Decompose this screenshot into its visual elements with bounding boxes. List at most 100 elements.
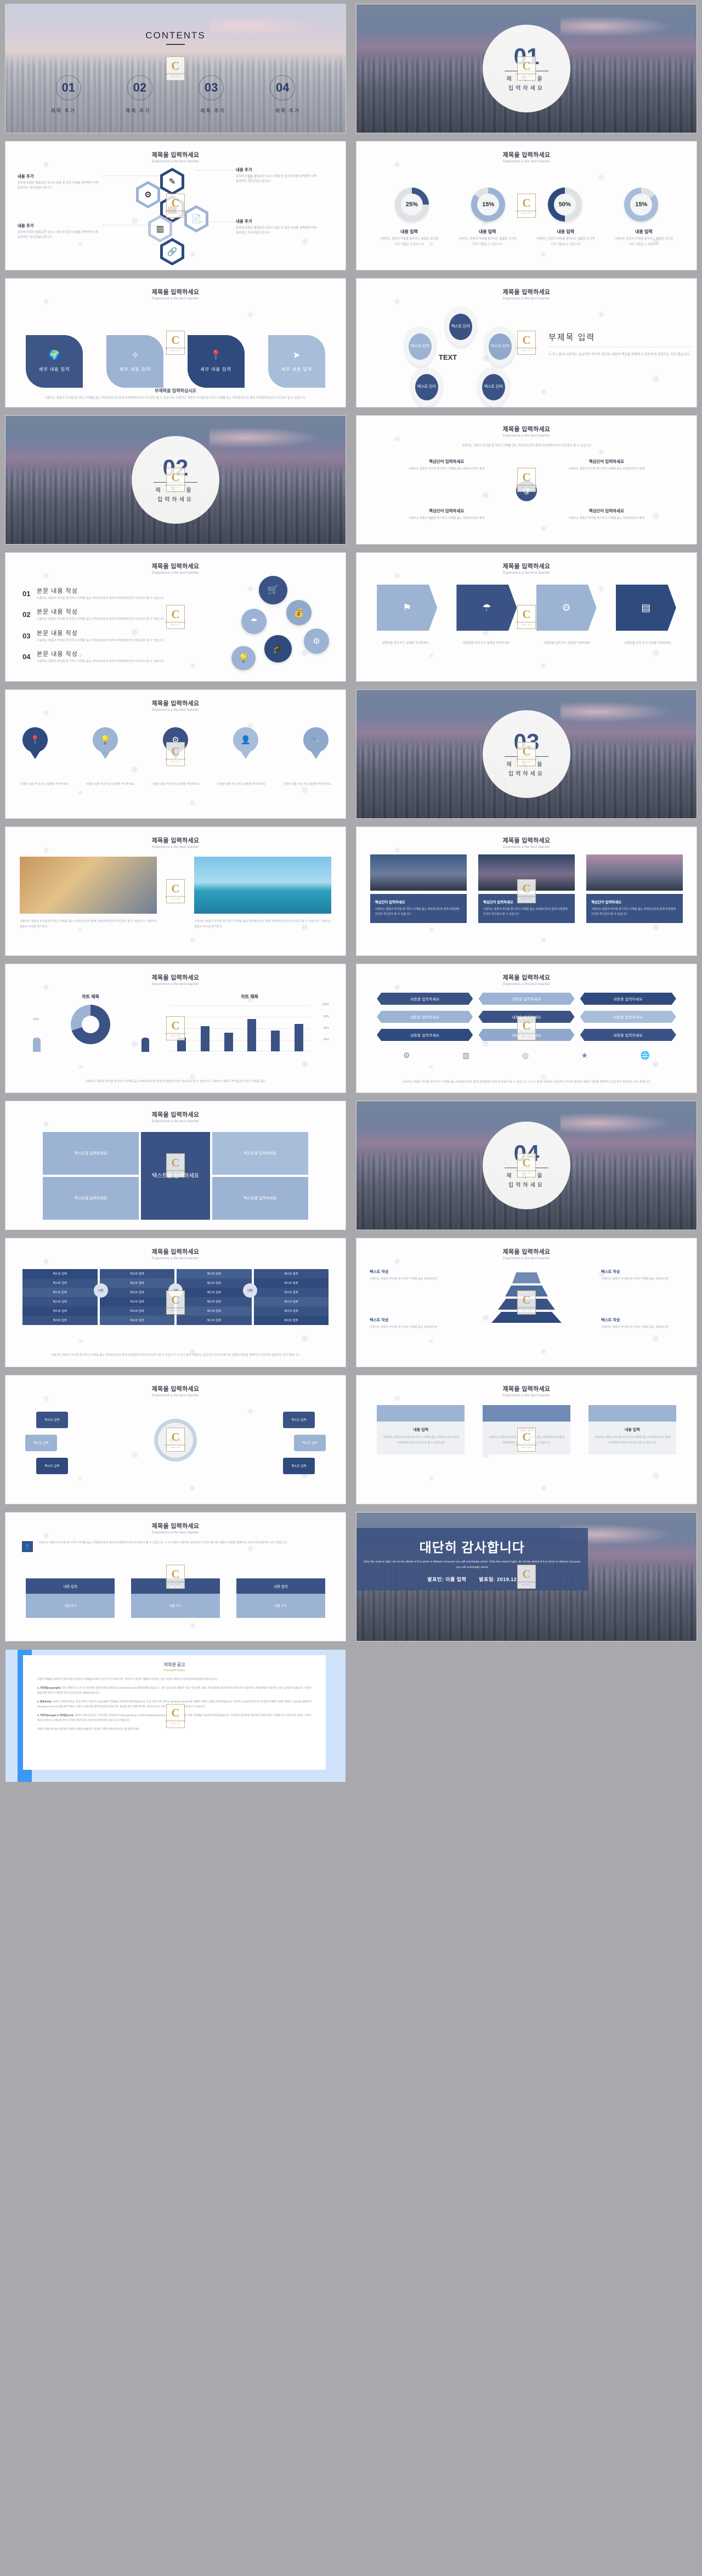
money-bag-icon[interactable]: 💰 (286, 600, 312, 625)
leaf-card[interactable]: ✧ 세부 내용 입력 (106, 335, 164, 388)
slide-thumb-12[interactable]: 03 제 목 을 입력하세요 C CONTENTSTAKEOUT Prese n… (351, 686, 702, 823)
slide-thumb-11[interactable]: 제목을 입력하세요 Experience a the best teacher … (0, 686, 351, 823)
keyword-block[interactable]: 핵심단어 입력하세요 사용자는 청중의 주의를 환기하고 이해를 돕는 파워포인… (384, 458, 509, 472)
photo-card[interactable]: 핵심단어 입력하세요 사용자는 청중의 주의를 환기하고 이해를 돕는 파워포인… (370, 894, 467, 923)
list-item[interactable]: 03 본문 내용 작성 사용자는 청중의 주의를 환기하고 이해를 돕는 파워포인트… (22, 629, 179, 643)
petal[interactable]: 텍스트 단어 (445, 307, 476, 347)
info-card[interactable]: 내용 입력 사용자는 청중의 주의를 환기하고 이해를 돕는 파워포인트와 함께… (483, 1405, 570, 1455)
matrix-cell[interactable]: 텍스트를 입력하세요 (43, 1177, 139, 1220)
flag-icon[interactable]: ⚑ (377, 585, 438, 631)
hex-node[interactable]: 📄 (184, 205, 208, 233)
ribbon-item[interactable]: 내용을 입력하세요 (580, 1029, 676, 1041)
slide-thumb-1[interactable]: CONTENTS 01 02 03 04 제목 추가 제목 추가 제목 추가 제… (0, 0, 351, 137)
gear-icon[interactable]: ⚙ (536, 585, 597, 631)
flow-node[interactable]: 텍스트 입력 (294, 1435, 326, 1451)
ribbon-item[interactable]: 내용을 입력하세요 (478, 993, 574, 1005)
keyword-block[interactable]: 핵심단어 입력하세요 사용자는 청중의 주의를 환기하고 이해를 돕는 파워포인… (384, 508, 509, 521)
gear-icon[interactable]: ⚙ (304, 629, 329, 654)
ribbon-item[interactable]: 내용을 입력하세요 (377, 993, 473, 1005)
petal[interactable]: 텍스트 단어 (411, 367, 442, 407)
slide-thumb-21[interactable]: 제목을 입력하세요 Experience a the best teacher … (0, 1371, 351, 1508)
map-pin[interactable]: 📍 (22, 727, 48, 759)
ribbon-item[interactable]: 내용을 입력하세요 (580, 993, 676, 1005)
list-item[interactable]: 04 본문 내용 작성 사용자는 청중의 주의를 환기하고 이해를 돕는 파워포인트… (22, 649, 179, 664)
info-card[interactable]: 내용 입력 사용자는 청중의 주의를 환기하고 이해를 돕는 파워포인트와 함께… (588, 1405, 676, 1455)
slide-thumb-6[interactable]: 제목을 입력하세요 Experience a the best teacher … (351, 274, 702, 411)
hex-node[interactable]: 🔗 (160, 238, 184, 265)
list-icon[interactable]: ▤ (615, 585, 676, 631)
contents-number[interactable]: 03 (199, 75, 224, 100)
license-thumb[interactable]: 저작권 공고 Copyright Notice 콘텐츠 제품을 사용하기 전에 … (0, 1645, 351, 1786)
slide-thumb-23[interactable]: 제목을 입력하세요 Experience a the best teacher … (0, 1508, 351, 1645)
hex-node[interactable]: ✎ (160, 168, 184, 195)
table-cell[interactable]: 텍스트 입력 (177, 1269, 252, 1279)
slide-thumb-15[interactable]: 제목을 입력하세요 Experience a the best teacher … (0, 960, 351, 1097)
table-cell[interactable]: 텍스트 입력 (253, 1316, 329, 1326)
table-cell[interactable]: 텍스트 입력 (99, 1297, 174, 1307)
photo-card[interactable]: 핵심단어 입력하세요 사용자는 청중의 주의를 환기하고 이해를 돕는 파워포인… (586, 894, 683, 923)
ribbon-item[interactable]: 내용을 입력하세요 (377, 1029, 473, 1041)
slide-thumb-19[interactable]: 제목을 입력하세요 Experience a the best teacher … (0, 1234, 351, 1371)
matrix-cell[interactable]: 텍스트를 입력하세요 (43, 1132, 139, 1175)
table-cell[interactable]: 텍스트 입력 (22, 1316, 98, 1326)
lightbulb-icon[interactable]: 💡 (231, 646, 256, 670)
slide-thumb-16[interactable]: 제목을 입력하세요 Experience a the best teacher … (351, 960, 702, 1097)
ribbon-item[interactable]: 내용을 입력하세요 (377, 1011, 473, 1023)
umbrella-icon[interactable]: ☂ (456, 585, 517, 631)
leaf-card[interactable]: ➤ 세부 내용 입력 (268, 335, 325, 388)
slide-thumb-3[interactable]: 제목을 입력하세요 Experience a the best teacher … (0, 137, 351, 274)
slide-thumb-18[interactable]: 04 제 목 을 입력하세요 C CONTENTSTAKEOUT Prese n… (351, 1097, 702, 1234)
table-cell[interactable]: 텍스트 입력 (177, 1297, 252, 1307)
map-pin[interactable]: ⚙ (163, 727, 188, 759)
table-cell[interactable]: 텍스트 입력 (22, 1269, 98, 1279)
slide-thumb-7[interactable]: 02 제 목 을 입력하세요 C CONTENTSTAKEOUT Prese n… (0, 411, 351, 548)
slide-thumb-13[interactable]: 제목을 입력하세요 Experience a the best teacher … (0, 823, 351, 960)
cart-icon[interactable]: 🛒 (259, 576, 287, 604)
hex-node[interactable]: ⚙ (136, 181, 160, 208)
ribbon-item[interactable]: 내용을 입력하세요 (580, 1011, 676, 1023)
table-cell[interactable]: 텍스트 입력 (253, 1269, 329, 1279)
list-item[interactable]: 01 본문 내용 작성 사용자는 청중의 주의를 환기하고 이해를 돕는 파워포인트… (22, 586, 179, 601)
flow-node[interactable]: 텍스트 입력 (283, 1412, 315, 1428)
table-cell[interactable]: 텍스트 입력 (177, 1316, 252, 1326)
graduation-cap-icon[interactable]: 🎓 (264, 635, 292, 663)
map-pin[interactable]: 👤 (233, 727, 258, 759)
box-card[interactable]: 내용 입력 내용 추가 (131, 1578, 220, 1618)
table-cell[interactable]: 텍스트 입력 (22, 1297, 98, 1307)
slide-thumb-9[interactable]: 제목을 입력하세요 Experience a the best teacher … (0, 548, 351, 686)
flow-node[interactable]: 텍스트 입력 (25, 1435, 57, 1451)
petal[interactable]: 텍스트 단어 (405, 327, 435, 366)
keyword-block[interactable]: 핵심단어 입력하세요 사용자는 청중의 주의를 환기하고 이해를 돕는 파워포인… (544, 458, 669, 472)
table-cell[interactable]: 텍스트 입력 (99, 1269, 174, 1279)
map-pin[interactable]: 💡 (93, 727, 118, 759)
matrix-cell[interactable]: 텍스트를 입력하세요 (212, 1177, 308, 1220)
contents-number[interactable]: 02 (127, 75, 152, 100)
slide-thumb-22[interactable]: 제목을 입력하세요 Experience a the best teacher … (351, 1371, 702, 1508)
slide-thumb-17[interactable]: 제목을 입력하세요 Experience a the best teacher … (0, 1097, 351, 1234)
slide-thumb-4[interactable]: 제목을 입력하세요 Experience a the best teacher … (351, 137, 702, 274)
slide-thumb-10[interactable]: 제목을 입력하세요 Experience a the best teacher … (351, 548, 702, 686)
ribbon-item[interactable]: 내용을 입력하세요 (478, 1029, 574, 1041)
info-card[interactable]: 내용 입력 사용자는 청중의 주의를 환기하고 이해를 돕는 파워포인트와 함께… (377, 1405, 465, 1455)
flow-node[interactable]: 텍스트 입력 (36, 1458, 68, 1474)
list-item[interactable]: 02 본문 내용 작성 사용자는 청중의 주의를 환기하고 이해를 돕는 파워포인트… (22, 607, 179, 621)
slide-thumb-8[interactable]: 제목을 입력하세요 Experience a the best teacher … (351, 411, 702, 548)
photo-card[interactable]: 핵심단어 입력하세요 사용자는 청중의 주의를 환기하고 이해를 돕는 파워포인… (478, 894, 575, 923)
slide-thumb-20[interactable]: 제목을 입력하세요 Experience a the best teacher … (351, 1234, 702, 1371)
table-cell[interactable]: 텍스트 입력 (177, 1306, 252, 1316)
ribbon-item[interactable]: 내용을 입력하세요 (478, 1011, 574, 1023)
box-card[interactable]: 내용 입력 내용 추가 (26, 1578, 115, 1618)
table-cell[interactable]: 텍스트 입력 (99, 1316, 174, 1326)
contents-number[interactable]: 04 (270, 75, 296, 100)
table-cell[interactable]: 텍스트 입력 (99, 1306, 174, 1316)
slide-thumb-14[interactable]: 제목을 입력하세요 Experience a the best teacher … (351, 823, 702, 960)
umbrella-icon[interactable]: ☂ (241, 609, 267, 634)
slide-thumb-24[interactable]: 대단히 감사합니다 Only the road is right, do not… (351, 1508, 702, 1645)
slide-thumb-2[interactable]: 01 제 목 을 입력하세요 C CONTENTSTAKEOUT Prese n… (351, 0, 702, 137)
leaf-card[interactable]: 🌍 세부 내용 입력 (26, 335, 83, 388)
table-badge[interactable]: 내용 (94, 1283, 108, 1298)
matrix-center-cell[interactable]: 텍스트를 입력하세요 (141, 1132, 210, 1220)
box-card[interactable]: 내용 입력 내용 추가 (236, 1578, 325, 1618)
petal[interactable]: 텍스트 단어 (485, 327, 516, 366)
matrix-cell[interactable]: 텍스트를 입력하세요 (212, 1132, 308, 1175)
